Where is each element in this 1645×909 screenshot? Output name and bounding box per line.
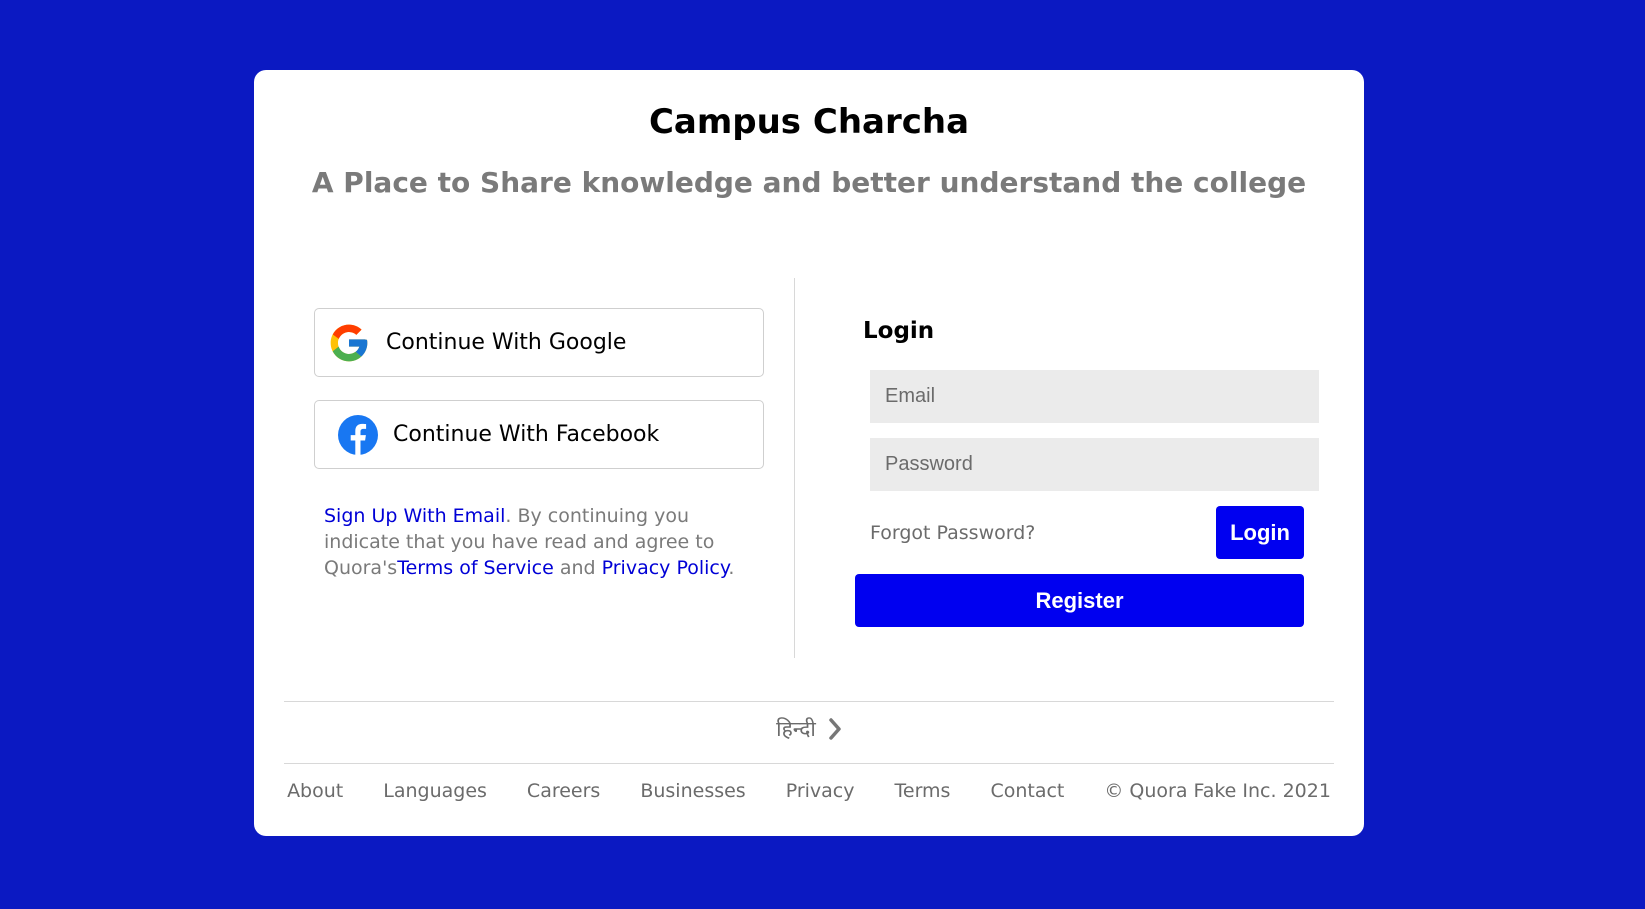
footer-links: About Languages Careers Businesses Priva…	[254, 780, 1364, 802]
terms-notice: Sign Up With Email. By continuing you in…	[314, 503, 764, 581]
app-title: Campus Charcha	[648, 102, 970, 142]
google-button-label: Continue With Google	[386, 330, 627, 355]
footer-link-businesses[interactable]: Businesses	[640, 780, 745, 802]
footer-link-about[interactable]: About	[287, 780, 343, 802]
footer-link-contact[interactable]: Contact	[990, 780, 1064, 802]
column-divider	[794, 278, 795, 658]
sign-up-with-email-link[interactable]: Sign Up With Email	[324, 505, 505, 527]
login-button[interactable]: Login	[1216, 506, 1304, 559]
login-heading: Login	[863, 318, 935, 344]
facebook-button-label: Continue With Facebook	[393, 422, 660, 447]
terms-of-service-link[interactable]: Terms of Service	[397, 557, 554, 579]
social-login-column: Continue With Google Continue With Faceb…	[314, 308, 764, 581]
terms-text-2: and	[553, 557, 602, 579]
footer-link-privacy[interactable]: Privacy	[786, 780, 855, 802]
facebook-logo-icon	[337, 414, 379, 456]
google-logo-icon	[326, 320, 372, 366]
copyright-text: © Quora Fake Inc. 2021	[1104, 780, 1331, 802]
terms-text-3: .	[728, 557, 735, 579]
footer-link-careers[interactable]: Careers	[527, 780, 600, 802]
login-card: Campus Charcha A Place to Share knowledg…	[254, 70, 1364, 836]
footer-divider-top	[284, 701, 1334, 702]
email-field[interactable]	[870, 370, 1319, 423]
continue-with-google-button[interactable]: Continue With Google	[314, 308, 764, 377]
footer-link-terms[interactable]: Terms	[895, 780, 951, 802]
footer-divider-bottom	[284, 763, 1334, 764]
language-label: हिन्दी	[776, 717, 816, 741]
password-field[interactable]	[870, 438, 1319, 491]
privacy-policy-link[interactable]: Privacy Policy	[602, 557, 729, 579]
chevron-right-icon	[828, 717, 842, 741]
continue-with-facebook-button[interactable]: Continue With Facebook	[314, 400, 764, 469]
register-button[interactable]: Register	[855, 574, 1304, 627]
footer-link-languages[interactable]: Languages	[383, 780, 487, 802]
forgot-password-link[interactable]: Forgot Password?	[870, 522, 1035, 544]
app-tagline: A Place to Share knowledge and better un…	[311, 166, 1307, 199]
language-switcher[interactable]: हिन्दी	[254, 715, 1364, 743]
